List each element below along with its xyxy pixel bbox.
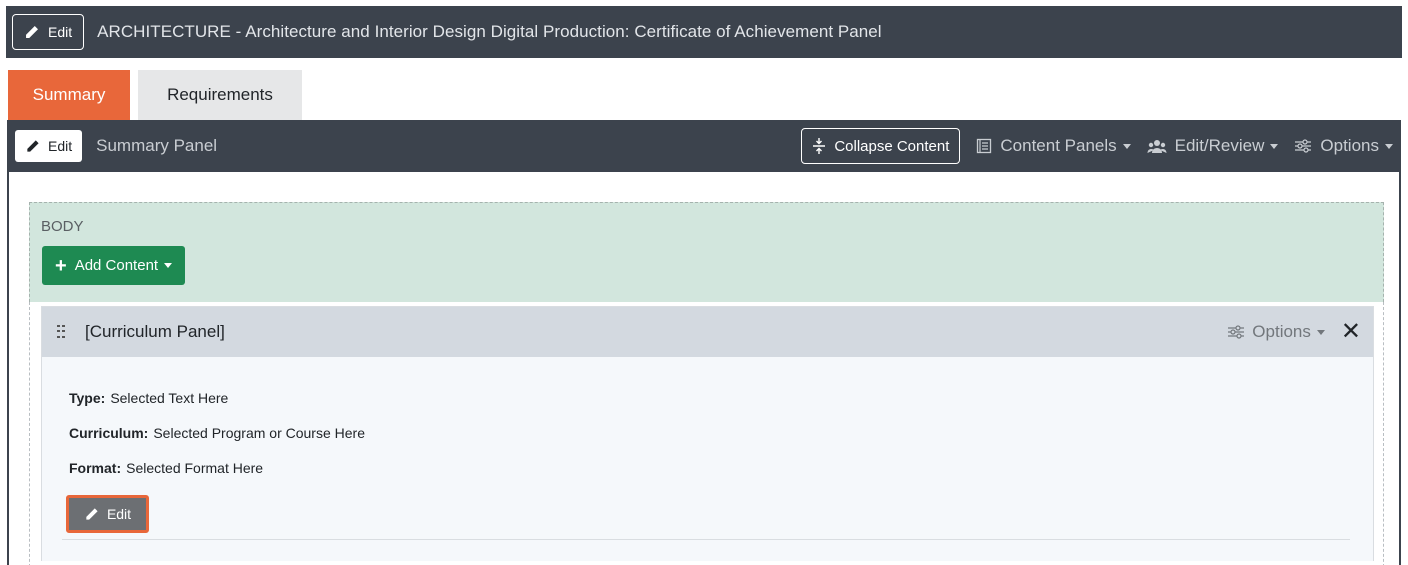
add-content-button[interactable]: + Add Content: [42, 246, 186, 285]
curriculum-options-menu[interactable]: Options: [1227, 322, 1325, 342]
field-curriculum-label: Curriculum:: [69, 425, 149, 441]
summary-panel: Edit Summary Panel Collapse Content Cont…: [7, 120, 1401, 565]
drag-handle-icon[interactable]: [57, 325, 65, 339]
tab-requirements[interactable]: Requirements: [138, 70, 302, 120]
curriculum-panel-title: [Curriculum Panel]: [85, 322, 225, 341]
field-curriculum-value: Selected Program or Course Here: [153, 425, 365, 441]
panel-edit-button[interactable]: Edit: [15, 130, 83, 162]
field-type-value: Selected Text Here: [110, 390, 229, 406]
pencil-icon: [26, 25, 38, 38]
chevron-down-icon: [1270, 143, 1279, 149]
field-format-value: Selected Format Here: [126, 460, 264, 476]
field-curriculum: Curriculum: Selected Program or Course He…: [69, 425, 365, 441]
panel-toolbar-actions: Collapse Content Content Panels Edit/Rev…: [801, 120, 1399, 172]
field-type-label: Type:: [69, 390, 106, 406]
chevron-down-icon: [164, 263, 173, 268]
add-content-label: Add Content: [74, 257, 159, 274]
content-panels-icon: [977, 138, 992, 154]
header-edit-button[interactable]: Edit: [12, 14, 85, 50]
curriculum-options-label: Options: [1252, 322, 1311, 341]
collapse-content-button[interactable]: Collapse Content: [801, 128, 961, 164]
field-type: Type: Selected Text Here: [69, 390, 228, 406]
body-zone-label: BODY: [41, 218, 84, 235]
chevron-down-icon: [1316, 329, 1325, 335]
header-edit-label: Edit: [48, 24, 73, 40]
divider: [62, 539, 1350, 540]
panel-title: Summary Panel: [96, 136, 218, 155]
page-title: ARCHITECTURE - Architecture and Interior…: [97, 22, 882, 41]
content-panels-label: Content Panels: [1000, 136, 1117, 155]
curriculum-panel-header: [Curriculum Panel] Options ✕: [42, 307, 1373, 357]
curriculum-edit-button[interactable]: Edit: [66, 495, 149, 533]
edit-review-label: Edit/Review: [1174, 136, 1265, 155]
edit-review-menu[interactable]: Edit/Review: [1147, 136, 1279, 156]
tab-summary-label: Summary: [32, 85, 106, 104]
options-label: Options: [1320, 136, 1379, 155]
summary-panel-toolbar: Edit Summary Panel Collapse Content Cont…: [9, 120, 1399, 172]
chevron-down-icon: [1122, 143, 1131, 149]
tab-summary[interactable]: Summary: [8, 70, 130, 120]
close-icon[interactable]: ✕: [1341, 320, 1361, 344]
field-format: Format: Selected Format Here: [69, 460, 263, 476]
tab-strip: Summary Requirements: [8, 70, 302, 120]
sliders-icon: [1228, 325, 1245, 339]
collapse-icon: [813, 138, 826, 154]
field-format-label: Format:: [69, 460, 122, 476]
options-menu[interactable]: Options: [1294, 136, 1393, 156]
curriculum-edit-label: Edit: [106, 506, 132, 522]
collapse-content-label: Collapse Content: [834, 137, 950, 155]
tab-requirements-label: Requirements: [167, 85, 273, 104]
content-panels-menu[interactable]: Content Panels: [976, 136, 1131, 156]
users-icon: [1147, 140, 1167, 153]
plus-icon: +: [55, 254, 67, 277]
header-bar: Edit ARCHITECTURE - Architecture and Int…: [6, 6, 1402, 58]
curriculum-panel-actions: Options ✕: [1227, 307, 1361, 357]
pencil-icon: [86, 507, 98, 520]
chevron-down-icon: [1385, 143, 1393, 149]
body-zone: BODY + Add Content: [29, 202, 1384, 302]
sliders-icon: [1295, 139, 1312, 153]
pencil-icon: [27, 139, 39, 152]
curriculum-panel: [Curriculum Panel] Options ✕ Type: Select…: [41, 306, 1374, 561]
panel-edit-label: Edit: [48, 138, 73, 154]
